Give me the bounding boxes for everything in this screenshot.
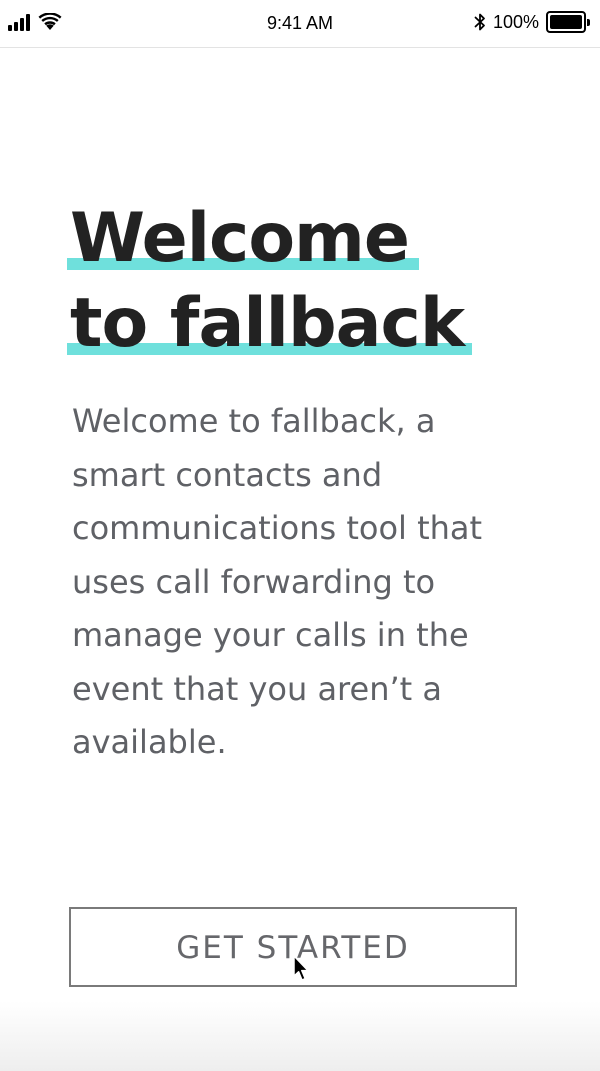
- title-line-to-fallback: to fallback: [67, 281, 473, 366]
- battery-body: [546, 11, 586, 33]
- battery-icon: [546, 11, 590, 33]
- battery-percent: 100%: [492, 11, 539, 32]
- welcome-description: Welcome to fallback, a smart contacts an…: [72, 402, 483, 761]
- bottom-fade: [0, 1001, 600, 1071]
- mouse-cursor-icon: [293, 955, 311, 983]
- battery-cap: [587, 18, 590, 26]
- welcome-title: Welcome to fallback: [67, 196, 473, 366]
- status-right: 100%: [474, 11, 590, 33]
- battery-fill: [550, 15, 582, 29]
- title-line-welcome: Welcome: [67, 196, 420, 281]
- bluetooth-icon: [474, 12, 486, 32]
- status-bar: 9:41 AM 100%: [0, 0, 600, 48]
